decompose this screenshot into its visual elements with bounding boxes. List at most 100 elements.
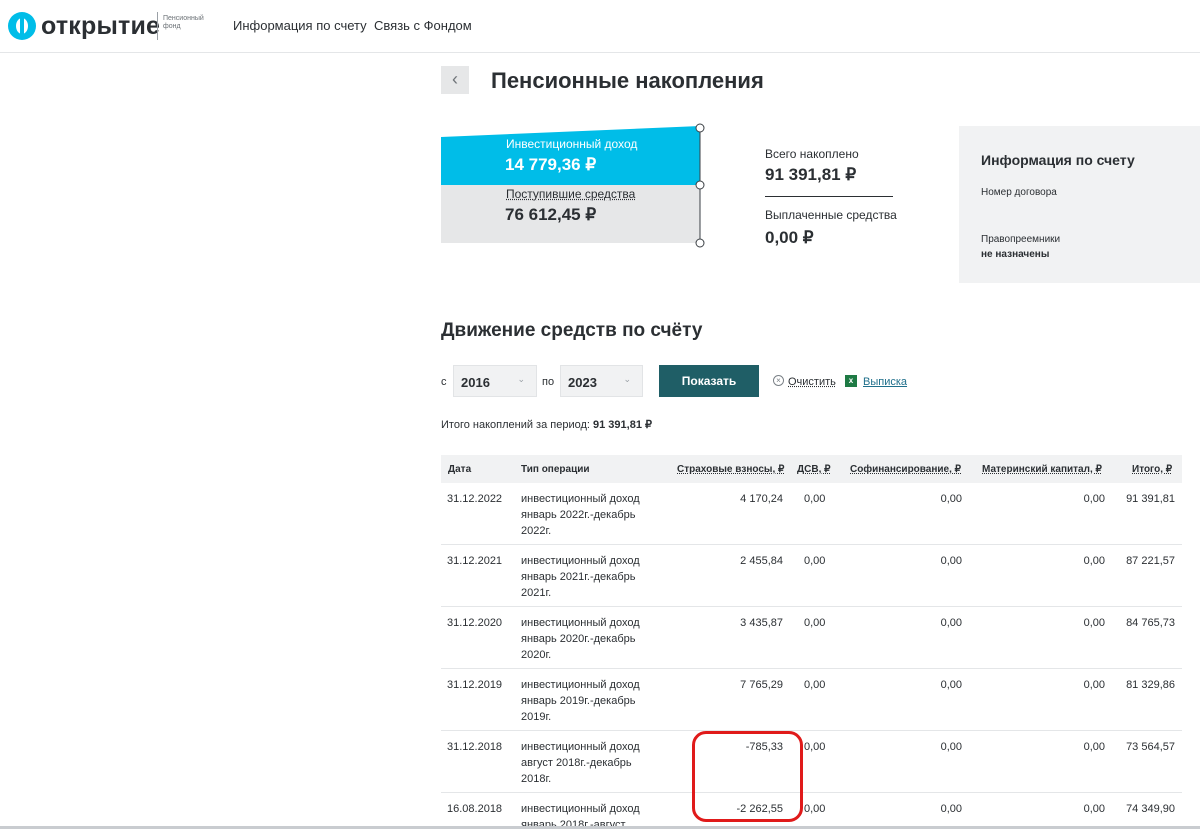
table-row: 31.12.2019 инвестиционный доход январь 2… <box>441 669 1182 731</box>
row-maternity: 0,00 <box>1083 803 1105 815</box>
row-maternity: 0,00 <box>1083 741 1105 753</box>
row-contributions: 2 455,84 <box>740 555 783 567</box>
clear-filter-link[interactable]: Очистить <box>788 376 836 388</box>
transactions-table: Дата Тип операции Страховые взносы, ₽ ДС… <box>441 455 1182 829</box>
successors-value: не назначены <box>981 249 1050 260</box>
otkritie-logo-icon[interactable] <box>8 12 36 40</box>
period-total-value: 91 391,81 ₽ <box>593 419 653 431</box>
col-date: Дата <box>448 464 472 475</box>
row-contributions: 3 435,87 <box>740 617 783 629</box>
to-year-value: 2023 <box>568 375 597 390</box>
row-contributions: -785,33 <box>745 741 783 753</box>
chart-point-top <box>695 123 705 133</box>
movement-section-title: Движение средств по счёту <box>441 320 703 341</box>
period-total-label: Итого накоплений за период: <box>441 419 590 431</box>
contract-number-label: Номер договора <box>981 187 1057 198</box>
row-operation: инвестиционный доход январь 2018г.-авгус… <box>521 803 640 829</box>
chart-point-mid <box>695 180 705 190</box>
row-date: 31.12.2019 <box>447 679 503 691</box>
row-operation: инвестиционный доход январь 2020г.-декаб… <box>521 617 640 661</box>
col-insurance-contributions[interactable]: Страховые взносы, ₽ <box>677 464 784 475</box>
row-dsv: 0,00 <box>804 741 826 753</box>
chart-point-bottom <box>695 238 705 248</box>
investment-income-value: 14 779,36 ₽ <box>505 155 597 174</box>
paid-funds-label: Выплаченные средства <box>765 208 897 222</box>
page-title: Пенсионные накопления <box>491 68 764 93</box>
row-total: 91 391,81 <box>1126 493 1175 505</box>
row-cofinancing: 0,00 <box>940 493 962 505</box>
row-total: 74 349,90 <box>1126 803 1175 815</box>
top-header: открытие Пенсионный фонд Информация по с… <box>0 0 1200 53</box>
received-funds-value: 76 612,45 ₽ <box>505 205 597 224</box>
row-dsv: 0,00 <box>804 555 826 567</box>
total-savings-label: Всего накоплено <box>765 147 859 161</box>
row-contributions: 4 170,24 <box>740 493 783 505</box>
row-dsv: 0,00 <box>804 679 826 691</box>
logo-divider <box>157 12 158 40</box>
from-year-value: 2016 <box>461 375 490 390</box>
row-contributions: 7 765,29 <box>740 679 783 691</box>
row-date: 31.12.2018 <box>447 741 503 753</box>
account-info-title: Информация по счету <box>981 152 1135 168</box>
row-total: 81 329,86 <box>1126 679 1175 691</box>
row-total: 87 221,57 <box>1126 555 1175 567</box>
from-year-select[interactable]: 2016 ⌄ <box>453 365 537 397</box>
statement-export-link[interactable]: Выписка <box>863 376 907 388</box>
row-maternity: 0,00 <box>1083 679 1105 691</box>
row-cofinancing: 0,00 <box>940 741 962 753</box>
back-button[interactable]: ‹ <box>441 66 469 94</box>
row-total: 73 564,57 <box>1126 741 1175 753</box>
table-row: 31.12.2021 инвестиционный доход январь 2… <box>441 545 1182 607</box>
investment-income-label: Инвестиционный доход <box>506 137 638 151</box>
row-date: 31.12.2021 <box>447 555 503 567</box>
to-year-select[interactable]: 2023 ⌄ <box>560 365 643 397</box>
col-operation-type: Тип операции <box>521 464 590 475</box>
row-cofinancing: 0,00 <box>940 555 962 567</box>
table-row: 31.12.2022 инвестиционный доход январь 2… <box>441 483 1182 545</box>
paid-funds-value: 0,00 ₽ <box>765 228 814 247</box>
row-date: 31.12.2022 <box>447 493 503 505</box>
row-contributions: -2 262,55 <box>736 803 783 815</box>
received-funds-label[interactable]: Поступившие средства <box>506 187 635 201</box>
table-row: 31.12.2020 инвестиционный доход январь 2… <box>441 607 1182 669</box>
row-operation: инвестиционный доход январь 2021г.-декаб… <box>521 555 640 599</box>
table-row: 16.08.2018 инвестиционный доход январь 2… <box>441 793 1182 829</box>
row-cofinancing: 0,00 <box>940 803 962 815</box>
to-label: по <box>542 376 555 388</box>
logo-text[interactable]: открытие <box>41 12 160 41</box>
row-cofinancing: 0,00 <box>940 679 962 691</box>
row-date: 16.08.2018 <box>447 803 503 815</box>
row-dsv: 0,00 <box>804 493 826 505</box>
row-dsv: 0,00 <box>804 617 826 629</box>
chevron-left-icon: ‹ <box>452 69 458 89</box>
col-cofinancing[interactable]: Софинансирование, ₽ <box>850 464 961 475</box>
chevron-down-icon: ⌄ <box>623 374 631 384</box>
row-total: 84 765,73 <box>1126 617 1175 629</box>
col-dsv[interactable]: ДСВ, ₽ <box>797 464 831 475</box>
row-operation: инвестиционный доход август 2018г.-декаб… <box>521 741 640 785</box>
excel-icon[interactable]: x <box>845 375 857 387</box>
nav-account-info[interactable]: Информация по счету <box>233 18 367 33</box>
account-info-card: Информация по счету Номер договора Право… <box>959 126 1200 283</box>
summary-divider <box>765 196 893 197</box>
nav-contact-fund[interactable]: Связь с Фондом <box>374 18 472 33</box>
show-button[interactable]: Показать <box>659 365 759 397</box>
logo-subtitle: Пенсионный фонд <box>163 15 204 30</box>
table-header: Дата Тип операции Страховые взносы, ₽ ДС… <box>441 455 1182 483</box>
row-dsv: 0,00 <box>804 803 826 815</box>
row-cofinancing: 0,00 <box>940 617 962 629</box>
row-maternity: 0,00 <box>1083 493 1105 505</box>
chevron-down-icon: ⌄ <box>517 374 525 384</box>
row-date: 31.12.2020 <box>447 617 503 629</box>
period-total: Итого накоплений за период: 91 391,81 ₽ <box>441 418 652 431</box>
table-row: 31.12.2018 инвестиционный доход август 2… <box>441 731 1182 793</box>
total-savings-value: 91 391,81 ₽ <box>765 165 857 184</box>
clear-icon[interactable]: × <box>773 375 784 386</box>
row-maternity: 0,00 <box>1083 555 1105 567</box>
col-maternity-capital[interactable]: Материнский капитал, ₽ <box>982 464 1102 475</box>
row-maternity: 0,00 <box>1083 617 1105 629</box>
row-operation: инвестиционный доход январь 2022г.-декаб… <box>521 493 640 537</box>
successors-label: Правопреемники <box>981 234 1061 245</box>
col-total[interactable]: Итого, ₽ <box>1132 464 1172 475</box>
row-operation: инвестиционный доход январь 2019г.-декаб… <box>521 679 640 723</box>
